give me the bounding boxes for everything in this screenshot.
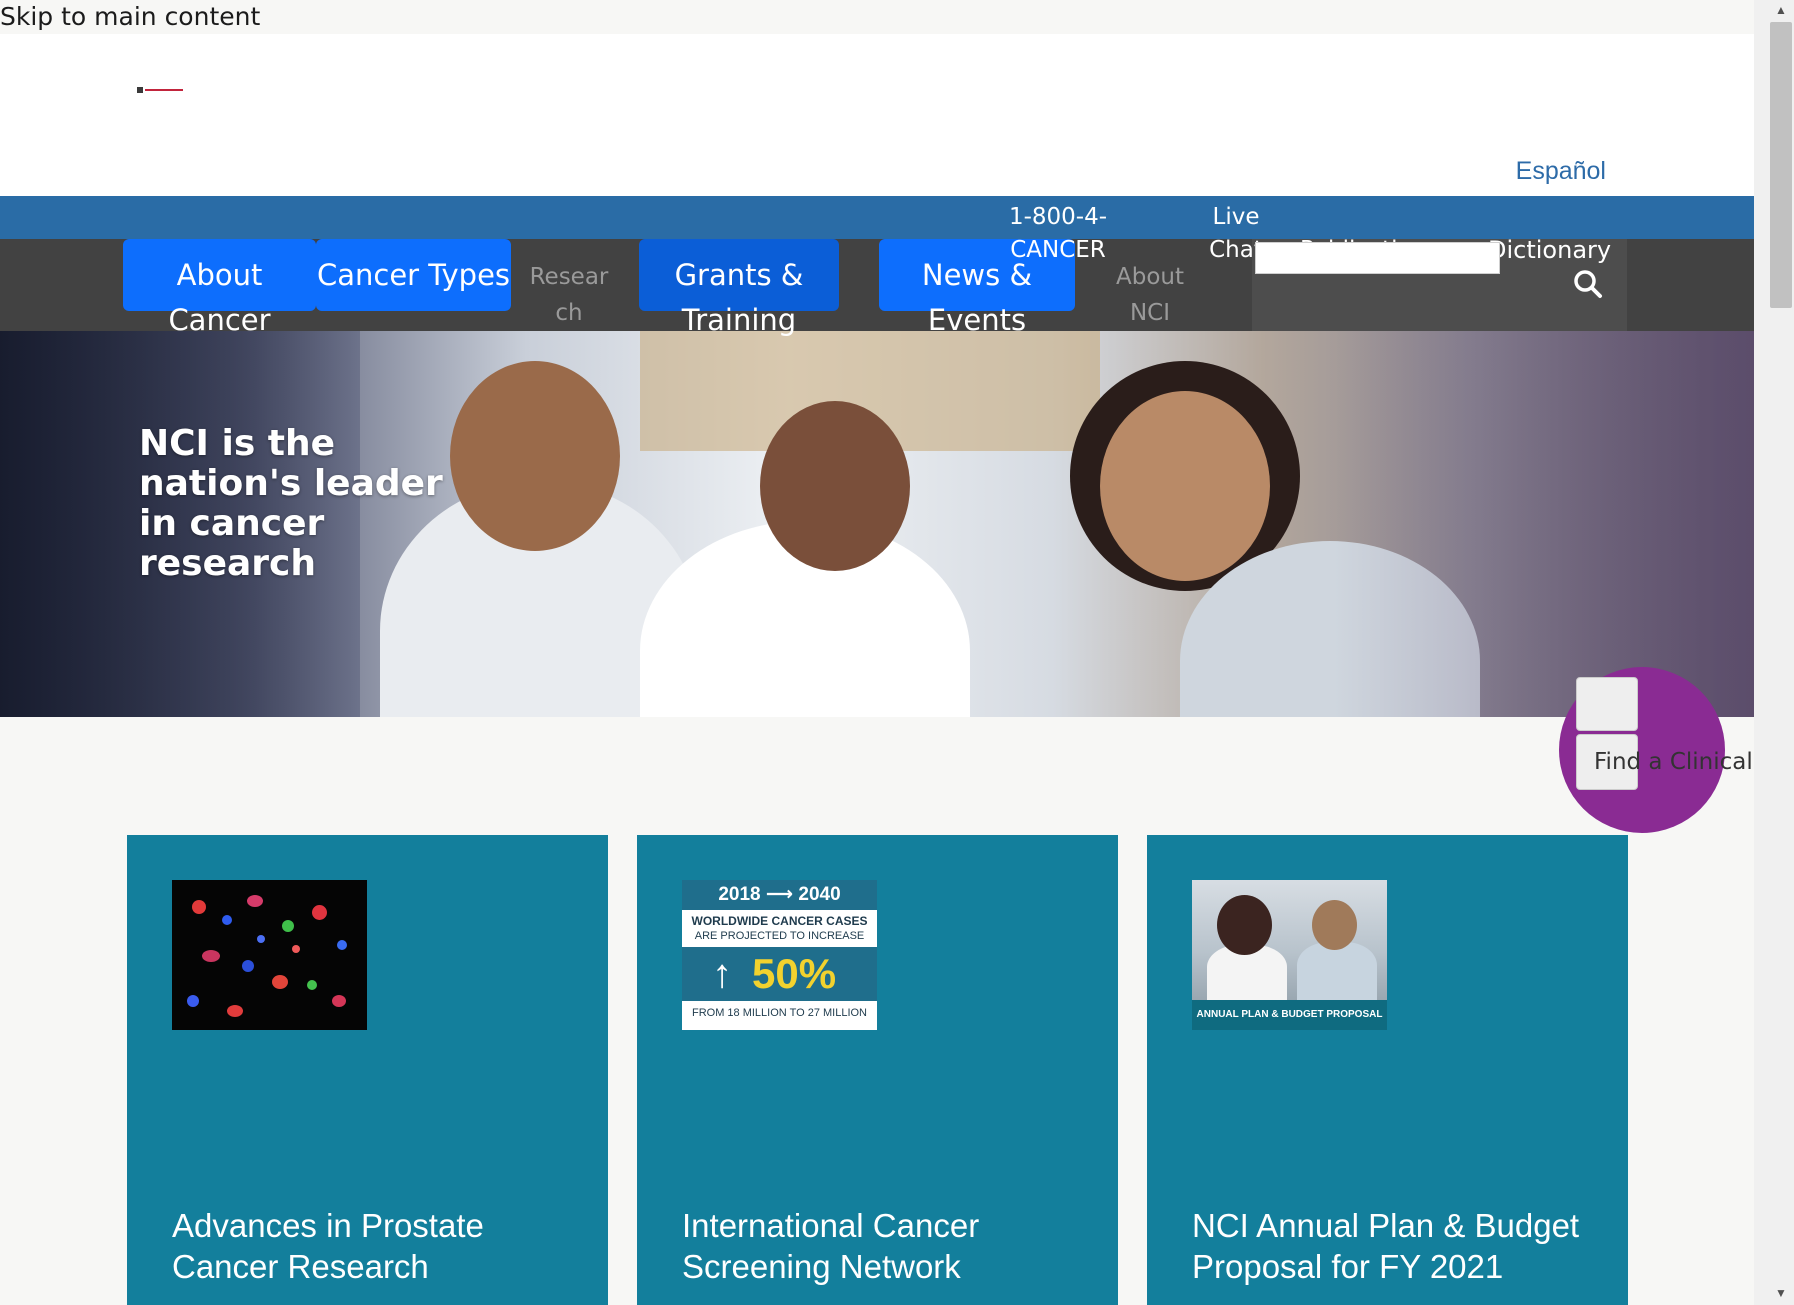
photo-caption: ANNUAL PLAN & BUDGET PROPOSAL: [1196, 1009, 1383, 1020]
infographic-line-3: FROM 18 MILLION TO 27 MILLION: [691, 1007, 868, 1019]
doctor-head: [1217, 895, 1272, 955]
feature-card-screening[interactable]: 2018 ⟶ 2040 WORLDWIDE CANCER CASES ARE P…: [637, 835, 1118, 1305]
nci-logo[interactable]: [137, 87, 185, 93]
feature-card-prostate[interactable]: Advances in Prostate Cancer Research: [127, 835, 608, 1305]
nav-research[interactable]: Research: [528, 239, 610, 326]
nav-about-nci[interactable]: About NCI: [1105, 239, 1195, 326]
card-title[interactable]: International Cancer Screening Network: [682, 1205, 1102, 1287]
find-trial-label[interactable]: Find a Clinical Trial: [1594, 749, 1754, 775]
feature-card-budget[interactable]: ANNUAL PLAN & BUDGET PROPOSAL NCI Annual…: [1147, 835, 1628, 1305]
hero-head-3: [1100, 391, 1270, 581]
scrollbar-thumb[interactable]: [1770, 22, 1792, 308]
infographic-line-2: ARE PROJECTED TO INCREASE: [694, 930, 865, 942]
skip-to-main-link[interactable]: Skip to main content: [0, 0, 260, 34]
phone-link[interactable]: 1-800-4-CANCER: [1003, 201, 1113, 267]
infographic-years: 2018 ⟶ 2040: [682, 880, 877, 910]
site-header: [0, 34, 1754, 196]
infographic-image: 2018 ⟶ 2040 WORLDWIDE CANCER CASES ARE P…: [682, 880, 877, 1030]
find-trial-tab[interactable]: [1576, 677, 1638, 731]
utility-bar: [0, 196, 1754, 239]
infographic-band: ↑ 50%: [682, 947, 877, 1001]
dictionary-link[interactable]: Dictionary: [1488, 234, 1611, 267]
nav-cancer-types[interactable]: Cancer Types: [316, 239, 511, 311]
espanol-language-link[interactable]: Español: [1516, 157, 1606, 186]
up-arrow-icon: ↑: [712, 952, 732, 996]
search-icon: [1574, 270, 1602, 298]
hero-shade-right: [1334, 331, 1754, 717]
card-title[interactable]: NCI Annual Plan & Budget Proposal for FY…: [1192, 1205, 1612, 1287]
patient-figure: [1297, 942, 1377, 1000]
infographic-line-1: WORLDWIDE CANCER CASES: [691, 914, 868, 928]
patient-head: [1312, 900, 1357, 950]
hero-title: NCI is the nation's leader in cancer res…: [139, 423, 443, 584]
logo-mark-icon: [137, 87, 143, 93]
nav-about-cancer[interactable]: About Cancer: [123, 239, 316, 337]
site-search-input[interactable]: [1255, 242, 1500, 274]
card-title[interactable]: Advances in Prostate Cancer Research: [172, 1205, 592, 1287]
hero-head-2: [760, 401, 910, 571]
doctor-patient-photo: ANNUAL PLAN & BUDGET PROPOSAL: [1192, 880, 1387, 1030]
cell-microscopy-image: [172, 880, 367, 1030]
search-button[interactable]: [1572, 268, 1604, 300]
scroll-down-arrow-icon[interactable]: ▼: [1770, 1283, 1792, 1303]
nav-grants-training[interactable]: Grants & Training: [639, 239, 839, 337]
logo-wordmark: [145, 89, 183, 91]
page: Skip to main content Español 1-800-4-CAN…: [0, 0, 1754, 1305]
scroll-up-arrow-icon[interactable]: ▲: [1770, 0, 1792, 20]
infographic-percent: 50%: [752, 950, 837, 997]
